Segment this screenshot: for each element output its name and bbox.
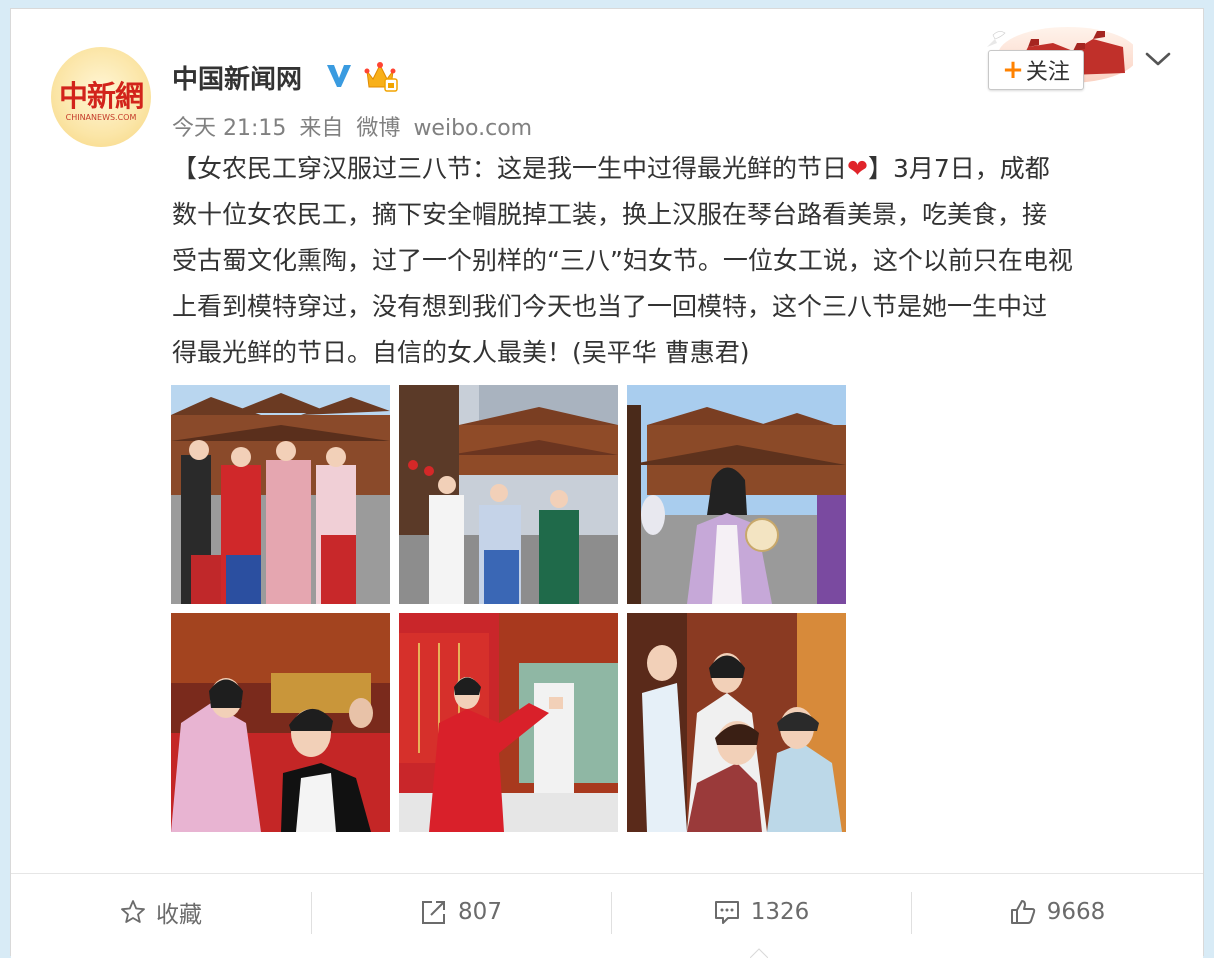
post-text-line: 数十位女农民工，摘下安全帽脱掉工装，换上汉服在琴台路看美景，吃美食，接	[172, 200, 1048, 229]
comment-count: 1326	[750, 899, 810, 925]
author-avatar[interactable]: 中新網 CHINANEWS.COM	[51, 47, 151, 147]
post-text-line: 受古蜀文化熏陶，过了一个别样的“三八”妇女节。一位女工说，这个以前只在电视	[172, 246, 1073, 275]
photo-thumbnail[interactable]	[399, 613, 618, 832]
post-meta: 今天 21:15 来自 微博 weibo.com	[172, 110, 538, 142]
source-app[interactable]: 微博	[356, 116, 400, 141]
post-action-bar: 收藏 807 1326 9668	[11, 873, 1203, 958]
heart-icon: ❤	[847, 154, 868, 183]
thumbs-up-icon	[1010, 900, 1035, 924]
post-text-segment: 】3月7日，成都	[867, 154, 1050, 183]
photo-grid	[171, 385, 851, 835]
post-text-line: 上看到模特穿过，没有想到我们今天也当了一回模特，这个三八节是她一生中过	[172, 292, 1048, 321]
comment-button[interactable]: 1326	[611, 890, 911, 934]
verified-icon	[327, 65, 351, 87]
repost-button[interactable]: 807	[311, 890, 611, 934]
post-time[interactable]: 今天 21:15	[172, 116, 286, 141]
avatar-logo-subtext: CHINANEWS.COM	[65, 113, 137, 122]
photo-thumbnail[interactable]	[171, 385, 390, 604]
source-prefix: 来自	[299, 116, 344, 141]
repost-count: 807	[458, 899, 502, 925]
member-crown-icon[interactable]	[363, 59, 399, 93]
favorite-label: 收藏	[156, 902, 202, 928]
post-text-segment: 【女农民工穿汉服过三八节：这是我一生中过得最光鲜的节日	[172, 154, 848, 183]
like-count: 9668	[1046, 899, 1106, 925]
photo-thumbnail[interactable]	[627, 613, 846, 832]
photo-thumbnail[interactable]	[171, 613, 390, 832]
caret-up-icon	[750, 948, 768, 958]
avatar-logo-text: 中新網	[58, 79, 144, 113]
photo-thumbnail[interactable]	[627, 385, 846, 604]
plus-icon: +	[1002, 55, 1024, 85]
post-text: 【女农民工穿汉服过三八节：这是我一生中过得最光鲜的节日❤】3月7日，成都 数十位…	[172, 146, 1172, 376]
source-domain[interactable]: weibo.com	[413, 116, 532, 141]
favorite-button[interactable]: 收藏	[11, 890, 311, 934]
author-name[interactable]: 中国新闻网	[172, 59, 302, 96]
post-text-line: 【女农民工穿汉服过三八节：这是我一生中过得最光鲜的节日❤】3月7日，成都	[172, 146, 1172, 192]
share-icon	[422, 901, 446, 924]
photo-thumbnail[interactable]	[399, 385, 618, 604]
comment-icon	[714, 901, 739, 924]
star-icon	[121, 900, 145, 923]
follow-button[interactable]: + 关注	[988, 50, 1084, 90]
follow-label: 关注	[1025, 60, 1070, 85]
weibo-post-card: 中新網 CHINANEWS.COM 中国新闻网 今天 21:15 来自 微博 w…	[10, 8, 1204, 958]
post-text-line: 得最光鲜的节日。自信的女人最美！(吴平华 曹惠君)	[172, 338, 750, 367]
like-button[interactable]: 9668	[911, 890, 1203, 934]
chevron-down-icon[interactable]	[1143, 49, 1173, 69]
